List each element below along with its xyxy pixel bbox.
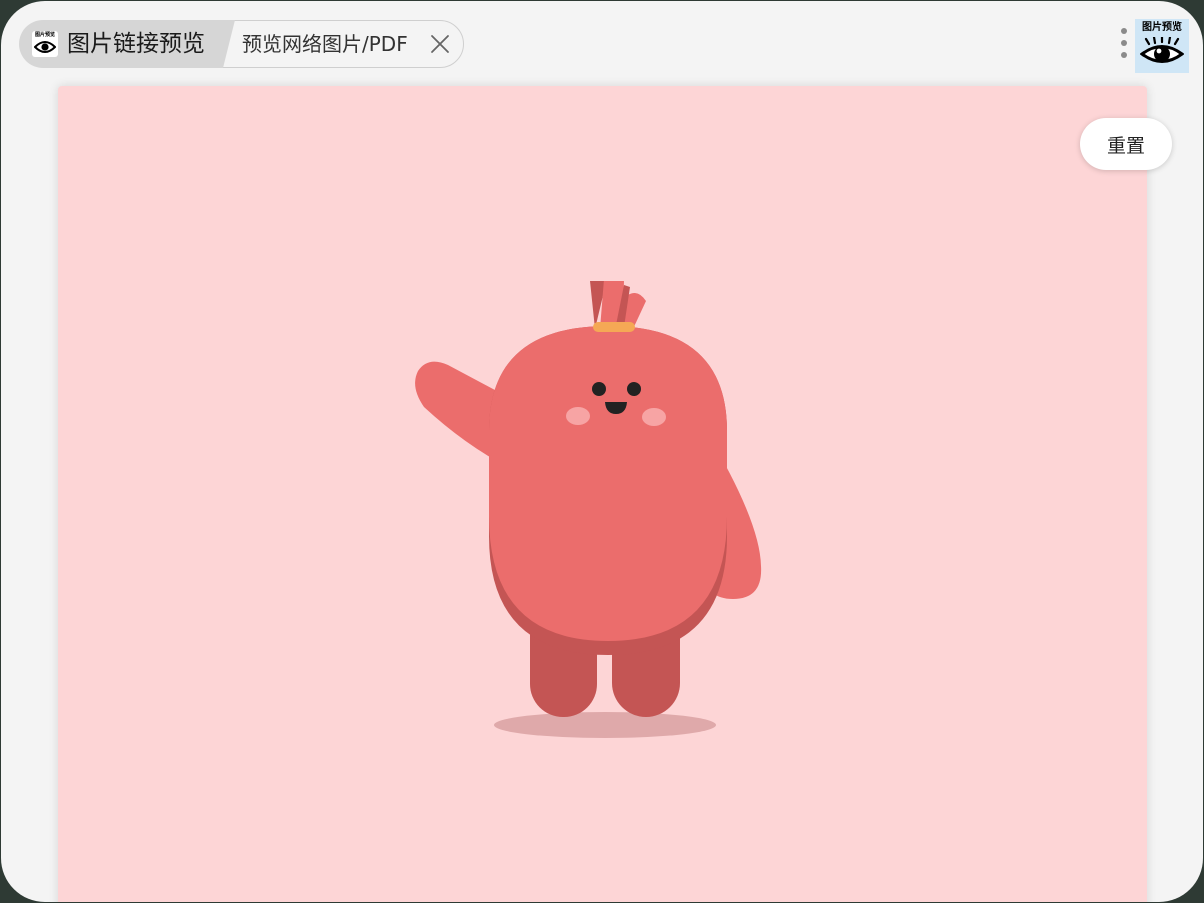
image-preview-area [58, 86, 1147, 902]
app-title: 图片链接预览 [67, 31, 205, 57]
extension-label: 图片预览 [1142, 22, 1182, 33]
app-logo: 图片预览 [32, 31, 58, 57]
app-window: 图片预览 图片链接预览 预览网络图片/PDF 图片预览 重置 [1, 1, 1203, 902]
tab-strip: 图片预览 图片链接预览 预览网络图片/PDF [19, 20, 465, 68]
close-icon[interactable] [430, 34, 450, 54]
reset-button[interactable]: 重置 [1080, 118, 1172, 170]
eye-icon [34, 41, 56, 53]
more-vertical-icon[interactable] [1118, 26, 1130, 62]
app-logo-text: 图片预览 [34, 32, 55, 38]
eye-icon [1140, 37, 1184, 63]
tab-preview-web-image[interactable]: 预览网络图片/PDF [242, 31, 408, 58]
app-tab[interactable]: 图片预览 图片链接预览 [19, 20, 234, 68]
mascot-illustration [415, 281, 762, 738]
image-preview-extension-button[interactable]: 图片预览 [1135, 19, 1189, 73]
